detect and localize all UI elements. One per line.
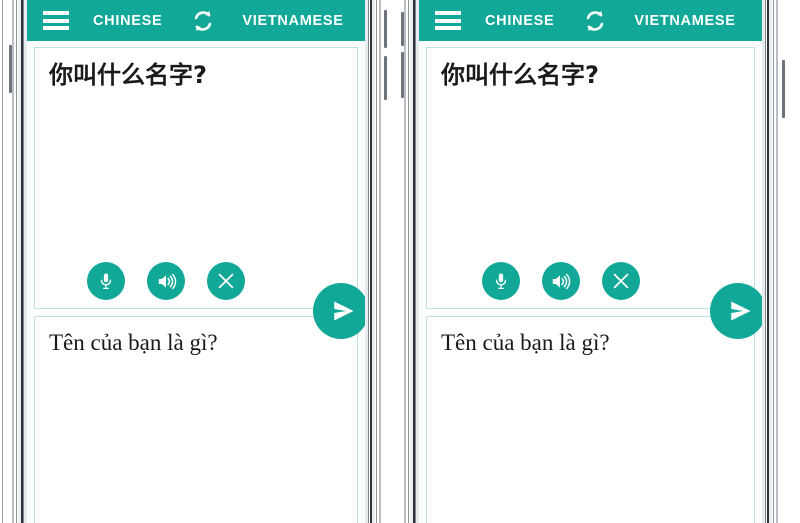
target-language-label[interactable]: VIETNAMESE [634,13,735,29]
bezel-rail [773,0,774,523]
microphone-button[interactable] [481,262,520,300]
bezel-rail [368,0,369,523]
bezel-rail [404,0,406,523]
side-hardware-button[interactable] [782,60,785,118]
bezel-rail [365,0,368,523]
target-language-label[interactable]: VIETNAMESE [242,13,343,29]
swap-languages-icon[interactable] [190,8,216,34]
bezel-rail [767,0,769,523]
clear-button[interactable] [207,262,245,300]
translation-body-right: 你叫什么名字? Tên của bạn là gì? [419,41,762,523]
source-text-panel[interactable]: 你叫什么名字? [426,47,755,309]
phone-screenshot-left: CHINESE VIETNAMESE 你叫什么名字? Tên của bạn l… [0,0,392,523]
side-hardware-button[interactable] [384,56,387,100]
app-header-left: CHINESE VIETNAMESE [27,0,365,41]
translation-body-left: 你叫什么名字? Tên của bạn là gì? [27,41,365,523]
bezel-rail [12,0,14,523]
hamburger-menu-icon[interactable] [435,11,461,30]
hamburger-menu-icon[interactable] [43,11,69,30]
bezel-rail [2,0,3,523]
bezel-rail [21,0,23,523]
bezel-rail [408,0,409,523]
screen-right: CHINESE VIETNAMESE 你叫什么名字? Tên của bạn l… [419,0,762,523]
phone-screenshot-right: CHINESE VIETNAMESE 你叫什么名字? Tên của bạn l… [400,0,800,523]
speaker-button[interactable] [147,262,185,300]
phone-right-bezel [365,0,392,523]
source-text: 你叫什么名字? [49,61,207,89]
screenshot-canvas: CHINESE VIETNAMESE 你叫什么名字? Tên của bạn l… [0,0,800,523]
bezel-rail [370,0,372,523]
target-text: Tên của bạn là gì? [49,330,218,355]
bezel-rail [23,0,24,523]
bezel-rail [376,0,377,523]
side-hardware-button[interactable] [401,52,404,98]
side-hardware-button[interactable] [9,45,12,93]
phone-right-bezel [762,0,800,523]
send-button[interactable] [710,283,762,339]
bezel-rail [16,0,17,523]
bezel-rail [379,0,381,523]
bezel-rail [415,0,416,523]
speaker-button[interactable] [541,262,580,300]
bezel-rail [769,0,772,523]
source-action-row [427,262,754,300]
swap-languages-icon[interactable] [582,8,608,34]
target-text-panel[interactable]: Tên của bạn là gì? [34,316,358,523]
target-text: Tên của bạn là gì? [441,330,610,355]
bezel-rail [765,0,766,523]
source-text: 你叫什么名字? [441,61,599,89]
screen-left: CHINESE VIETNAMESE 你叫什么名字? Tên của bạn l… [27,0,365,523]
bezel-rail [762,0,765,523]
side-hardware-button[interactable] [384,10,387,48]
clear-button[interactable] [601,262,640,300]
send-button[interactable] [313,283,365,339]
bezel-rail [372,0,375,523]
bezel-rail [410,0,413,523]
target-text-panel[interactable]: Tên của bạn là gì? [426,316,755,523]
app-header-right: CHINESE VIETNAMESE [419,0,762,41]
bezel-rail [18,0,21,523]
source-language-label[interactable]: CHINESE [93,13,162,29]
bezel-rail [413,0,415,523]
side-hardware-button[interactable] [401,12,404,46]
microphone-button[interactable] [87,262,125,300]
source-action-row [35,262,357,300]
source-language-label[interactable]: CHINESE [485,13,554,29]
bezel-rail [776,0,778,523]
source-text-panel[interactable]: 你叫什么名字? [34,47,358,309]
